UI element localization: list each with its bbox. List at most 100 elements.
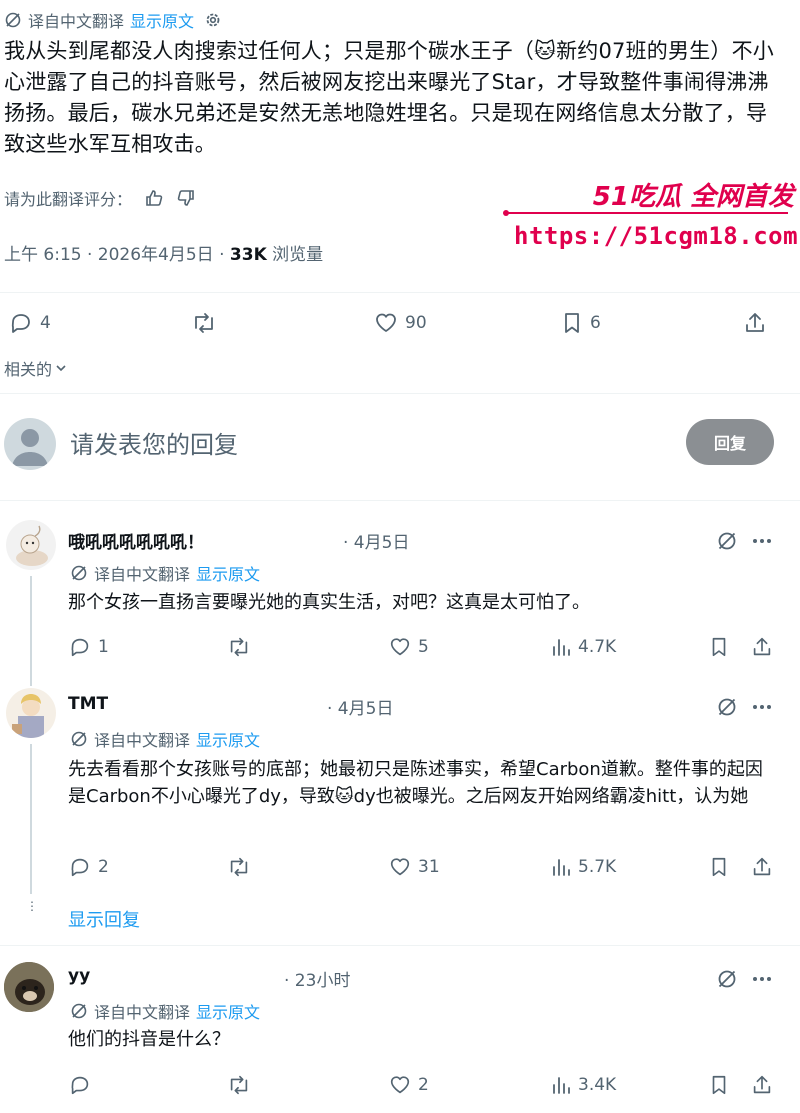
thumbs-down-icon[interactable]: [176, 188, 196, 208]
avatar: [4, 418, 56, 470]
reply-count: 1: [98, 637, 109, 657]
show-replies-link[interactable]: 显示回复: [68, 906, 140, 932]
translate-icon: [70, 564, 88, 582]
share-button[interactable]: [750, 635, 774, 659]
divider: [0, 292, 800, 293]
like-button[interactable]: 5: [388, 635, 429, 659]
more-icon[interactable]: [750, 696, 774, 718]
reply-submit-button[interactable]: 回复: [686, 419, 774, 465]
watermark-url: https://51cgm18.com: [514, 222, 799, 250]
views-count: 3.4K: [578, 1075, 617, 1095]
like-button[interactable]: 2: [388, 1073, 429, 1097]
views-stat[interactable]: 5.7K: [550, 856, 616, 878]
reply-button[interactable]: 4: [8, 310, 51, 336]
views-stat[interactable]: 3.4K: [550, 1074, 616, 1096]
reply-icon: [68, 855, 92, 879]
comment-text: 先去看看那个女孩账号的底部；她最初只是陈述事实，希望Carbon道歉。整件事的起…: [68, 759, 763, 807]
post-views: 33K: [229, 245, 267, 265]
more-icon[interactable]: [750, 968, 774, 990]
repost-icon: [226, 855, 252, 879]
reply-icon: [68, 1073, 92, 1097]
thread-line: [30, 744, 32, 894]
bookmark-button[interactable]: [708, 1073, 730, 1097]
avatar[interactable]: [4, 962, 54, 1012]
share-button[interactable]: [742, 310, 768, 336]
watermark-line-icon: [503, 210, 788, 216]
like-button[interactable]: 90: [373, 310, 427, 336]
share-button[interactable]: [750, 1073, 774, 1097]
related-toggle[interactable]: 相关的: [4, 356, 68, 380]
translate-icon: [70, 1002, 88, 1020]
translate-icon: [4, 11, 22, 29]
comment-action-bar: 2 31 5.7K: [68, 852, 778, 882]
reply-button[interactable]: [68, 1073, 98, 1097]
post-show-original-link[interactable]: 显示原文: [130, 8, 194, 32]
share-button[interactable]: [750, 855, 774, 879]
comment-author[interactable]: TMT: [68, 694, 108, 714]
reply-button[interactable]: 2: [68, 855, 109, 879]
views-count: 4.7K: [578, 637, 617, 657]
comment-translated-label: 译自中文翻译: [94, 731, 191, 750]
heart-icon: [388, 855, 412, 879]
views-stat[interactable]: 4.7K: [550, 636, 616, 658]
thread-dots: ⋮: [26, 899, 38, 913]
views-count: 5.7K: [578, 857, 617, 877]
comment-date: · 4月5日: [327, 699, 394, 719]
watermark: 51吃瓜 全网首发 https://51cgm18.com: [500, 172, 800, 256]
more-icon[interactable]: [750, 530, 774, 552]
post-body: 我从头到尾都没人肉搜索过任何人；只是那个碳水王子（🐱新约07班的男生）不小心泄露…: [4, 39, 775, 156]
comment-author[interactable]: yy: [68, 966, 90, 986]
reply-count: 4: [40, 313, 51, 333]
share-icon: [742, 310, 768, 336]
comment-translated-label: 译自中文翻译: [94, 1003, 191, 1022]
avatar[interactable]: [6, 520, 56, 570]
comment-show-original-link[interactable]: 显示原文: [196, 561, 260, 585]
repost-button[interactable]: [226, 1073, 252, 1097]
comment-date: · 4月5日: [343, 533, 410, 553]
bookmark-icon: [708, 1073, 730, 1097]
post-action-bar: 4 90 6: [8, 306, 778, 340]
reply-icon: [68, 635, 92, 659]
reply-input[interactable]: 请发表您的回复: [70, 425, 238, 460]
divider: [0, 500, 800, 501]
comment-author[interactable]: 哦吼吼吼吼吼吼！: [68, 528, 204, 553]
repost-button[interactable]: [190, 310, 218, 336]
translate-icon[interactable]: [716, 530, 738, 552]
like-count: 2: [418, 1075, 429, 1095]
comment-action-bar: 2 3.4K: [68, 1070, 778, 1100]
thumbs-up-icon[interactable]: [144, 188, 164, 208]
avatar[interactable]: [6, 688, 56, 738]
reply-count: 2: [98, 857, 109, 877]
comment-show-original-link[interactable]: 显示原文: [196, 727, 260, 751]
divider: [0, 945, 800, 946]
comment-text: 那个女孩一直扬言要曝光她的真实生活，对吧？这真是太可怕了。: [68, 592, 590, 613]
post-views-label: 浏览量: [272, 245, 324, 265]
repost-button[interactable]: [226, 855, 252, 879]
comment-show-original-link[interactable]: 显示原文: [196, 999, 260, 1023]
bookmark-button[interactable]: [708, 635, 730, 659]
gear-icon[interactable]: [204, 11, 222, 29]
share-icon: [750, 635, 774, 659]
like-count: 90: [405, 313, 427, 333]
bookmark-icon: [560, 310, 584, 336]
comment-date: · 23小时: [284, 971, 351, 991]
comment-text: 他们的抖音是什么？: [68, 1029, 230, 1050]
bookmark-button[interactable]: [708, 855, 730, 879]
reply-button[interactable]: 1: [68, 635, 109, 659]
reply-icon: [8, 310, 34, 336]
repost-icon: [226, 1073, 252, 1097]
translate-icon[interactable]: [716, 696, 738, 718]
comment-translate-line: 译自中文翻译 显示原文: [70, 727, 260, 751]
post-translated-label: 译自中文翻译: [28, 12, 125, 31]
repost-button[interactable]: [226, 635, 252, 659]
translate-icon: [70, 730, 88, 748]
bookmark-icon: [708, 855, 730, 879]
related-label: 相关的: [4, 360, 53, 379]
comment-translated-label: 译自中文翻译: [94, 565, 191, 584]
bookmark-button[interactable]: 6: [560, 310, 601, 336]
like-button[interactable]: 31: [388, 855, 440, 879]
repost-icon: [190, 310, 218, 336]
like-count: 31: [418, 857, 440, 877]
translate-icon[interactable]: [716, 968, 738, 990]
comment-translate-line: 译自中文翻译 显示原文: [70, 561, 260, 585]
